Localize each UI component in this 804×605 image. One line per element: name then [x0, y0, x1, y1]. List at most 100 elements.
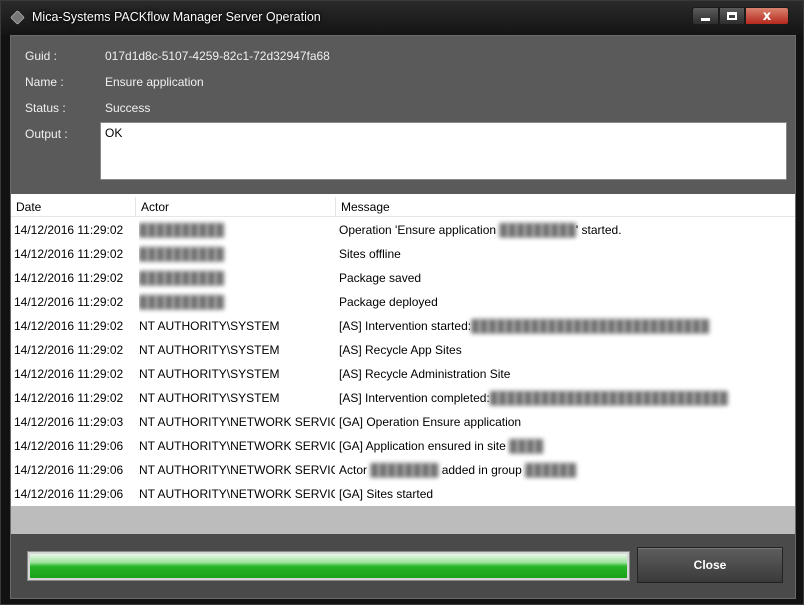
output-label: Output : — [25, 127, 68, 141]
table-row[interactable]: 14/12/2016 11:29:02 NT AUTHORITY\SYSTEM [A… — [11, 314, 795, 338]
guid-value: 017d1d8c-5107-4259-82c1-72d32947fa68 — [105, 49, 330, 63]
cell-message: [AS] Intervention started:██████████████… — [339, 314, 789, 338]
table-row[interactable]: 14/12/2016 11:29:02 ██████████ Package sav… — [11, 266, 795, 290]
column-header-message[interactable]: Message — [336, 197, 795, 217]
window-title: Mica-Systems PACKflow Manager Server Ope… — [32, 10, 321, 24]
table-row[interactable]: 14/12/2016 11:29:02 ██████████ Sites offli… — [11, 242, 795, 266]
operation-info: Guid : 017d1d8c-5107-4259-82c1-72d32947f… — [11, 36, 795, 194]
cell-actor: NT AUTHORITY\SYSTEM — [139, 391, 280, 405]
cell-message: [AS] Intervention completed:████████████… — [339, 386, 789, 410]
cell-date: 14/12/2016 11:29:02 — [14, 343, 124, 357]
cell-date: 14/12/2016 11:29:06 — [14, 487, 124, 501]
cell-message: [AS] Recycle App Sites — [339, 338, 789, 362]
status-value: Success — [105, 101, 151, 115]
table-row[interactable]: 14/12/2016 11:29:06 NT AUTHORITY\NETWORK … — [11, 482, 795, 506]
cell-date: 14/12/2016 11:29:02 — [14, 247, 124, 261]
redacted-text: ██████████ — [139, 295, 225, 309]
message-text: [GA] Sites started — [339, 487, 434, 501]
progress-bar — [27, 551, 630, 581]
cell-message: [GA] Operation Ensure application — [339, 410, 789, 434]
operation-window: Mica-Systems PACKflow Manager Server Ope… — [0, 0, 804, 605]
redacted-text: ██████████ — [139, 271, 225, 285]
title-bar[interactable]: Mica-Systems PACKflow Manager Server Ope… — [1, 1, 803, 35]
grid-rows: 14/12/2016 11:29:02 ██████████ Operation '… — [11, 218, 795, 506]
maximize-button[interactable] — [719, 7, 745, 25]
redacted-text: █████████ — [499, 223, 576, 237]
cell-actor: NT AUTHORITY\SYSTEM — [139, 343, 280, 357]
cell-message: Operation 'Ensure application █████████'… — [339, 218, 789, 242]
client-area: Guid : 017d1d8c-5107-4259-82c1-72d32947f… — [10, 35, 796, 599]
redacted-text: ████████████████████████████ — [471, 319, 710, 333]
log-grid[interactable]: Date Actor Message 14/12/2016 11:29:02 ██… — [11, 194, 795, 534]
message-text: Package deployed — [339, 295, 438, 309]
cell-actor: NT AUTHORITY\NETWORK SERVICE — [139, 439, 335, 453]
guid-label: Guid : — [25, 49, 58, 63]
minimize-button[interactable] — [692, 7, 719, 25]
redacted-text: ██████ — [525, 463, 577, 477]
table-row[interactable]: 14/12/2016 11:29:02 NT AUTHORITY\SYSTEM [A… — [11, 338, 795, 362]
cell-date: 14/12/2016 11:29:02 — [14, 319, 124, 333]
cell-actor: NT AUTHORITY\NETWORK SERVICE — [139, 463, 335, 477]
name-value: Ensure application — [105, 75, 204, 89]
message-text: [AS] Intervention started: — [339, 319, 472, 333]
cell-actor: ██████████ — [139, 242, 335, 266]
table-row[interactable]: 14/12/2016 11:29:03 NT AUTHORITY\NETWORK … — [11, 410, 795, 434]
cell-actor: NT AUTHORITY\SYSTEM — [139, 367, 280, 381]
message-text: Operation 'Ensure application — [339, 223, 500, 237]
grid-header: Date Actor Message — [11, 197, 795, 217]
cell-date: 14/12/2016 11:29:02 — [14, 367, 124, 381]
cell-date: 14/12/2016 11:29:02 — [14, 295, 124, 309]
message-text: [AS] Recycle App Sites — [339, 343, 462, 357]
cell-date: 14/12/2016 11:29:02 — [14, 223, 124, 237]
message-text: Actor — [339, 463, 371, 477]
cell-date: 14/12/2016 11:29:02 — [14, 391, 124, 405]
table-row[interactable]: 14/12/2016 11:29:06 NT AUTHORITY\NETWORK … — [11, 458, 795, 482]
cell-message: Sites offline — [339, 242, 789, 266]
table-row[interactable]: 14/12/2016 11:29:02 ██████████ Operation '… — [11, 218, 795, 242]
table-row[interactable]: 14/12/2016 11:29:02 NT AUTHORITY\SYSTEM [A… — [11, 362, 795, 386]
cell-actor: ██████████ — [139, 290, 335, 314]
caption-buttons: x — [692, 7, 789, 25]
cell-actor: NT AUTHORITY\SYSTEM — [139, 319, 280, 333]
table-row[interactable]: 14/12/2016 11:29:06 NT AUTHORITY\NETWORK … — [11, 434, 795, 458]
cell-message: Package deployed — [339, 290, 789, 314]
output-textbox[interactable]: OK — [100, 122, 787, 180]
status-label: Status : — [25, 101, 66, 115]
message-text: [AS] Recycle Administration Site — [339, 367, 511, 381]
name-label: Name : — [25, 75, 64, 89]
cell-date: 14/12/2016 11:29:06 — [14, 439, 124, 453]
column-header-date[interactable]: Date — [11, 197, 136, 217]
cell-actor: NT AUTHORITY\NETWORK SERVICE — [139, 415, 335, 429]
column-header-actor[interactable]: Actor — [136, 197, 336, 217]
redacted-text: ████ — [509, 439, 544, 453]
grid-empty-area — [11, 506, 795, 534]
redacted-text: ██████████ — [139, 223, 225, 237]
app-icon — [10, 10, 25, 25]
message-text: Sites offline — [339, 247, 401, 261]
progress-fill — [30, 554, 627, 578]
cell-actor: ██████████ — [139, 266, 335, 290]
cell-date: 14/12/2016 11:29:03 — [14, 415, 124, 429]
cell-message: [AS] Recycle Administration Site — [339, 362, 789, 386]
window-close-button[interactable]: x — [745, 7, 789, 25]
close-icon: x — [762, 8, 772, 24]
close-button[interactable]: Close — [637, 547, 783, 583]
table-row[interactable]: 14/12/2016 11:29:02 ██████████ Package dep… — [11, 290, 795, 314]
message-text-suffix: ' started. — [575, 223, 622, 237]
cell-message: [GA] Sites started — [339, 482, 789, 506]
message-text-suffix: added in group — [438, 463, 526, 477]
redacted-text: ████████ — [370, 463, 439, 477]
cell-date: 14/12/2016 11:29:06 — [14, 463, 124, 477]
message-text: [GA] Operation Ensure application — [339, 415, 522, 429]
minimize-icon — [701, 17, 710, 21]
redacted-text: ████████████████████████████ — [489, 391, 728, 405]
cell-message: [GA] Application ensured in site ████ — [339, 434, 789, 458]
cell-actor: ██████████ — [139, 218, 335, 242]
table-row[interactable]: 14/12/2016 11:29:02 NT AUTHORITY\SYSTEM [A… — [11, 386, 795, 410]
cell-date: 14/12/2016 11:29:02 — [14, 271, 124, 285]
message-text: Package saved — [339, 271, 422, 285]
cell-actor: NT AUTHORITY\NETWORK SERVICE — [139, 487, 335, 501]
bottom-panel: Close — [11, 534, 795, 598]
cell-message: Actor ████████ added in group ██████ — [339, 458, 789, 482]
cell-message: Package saved — [339, 266, 789, 290]
